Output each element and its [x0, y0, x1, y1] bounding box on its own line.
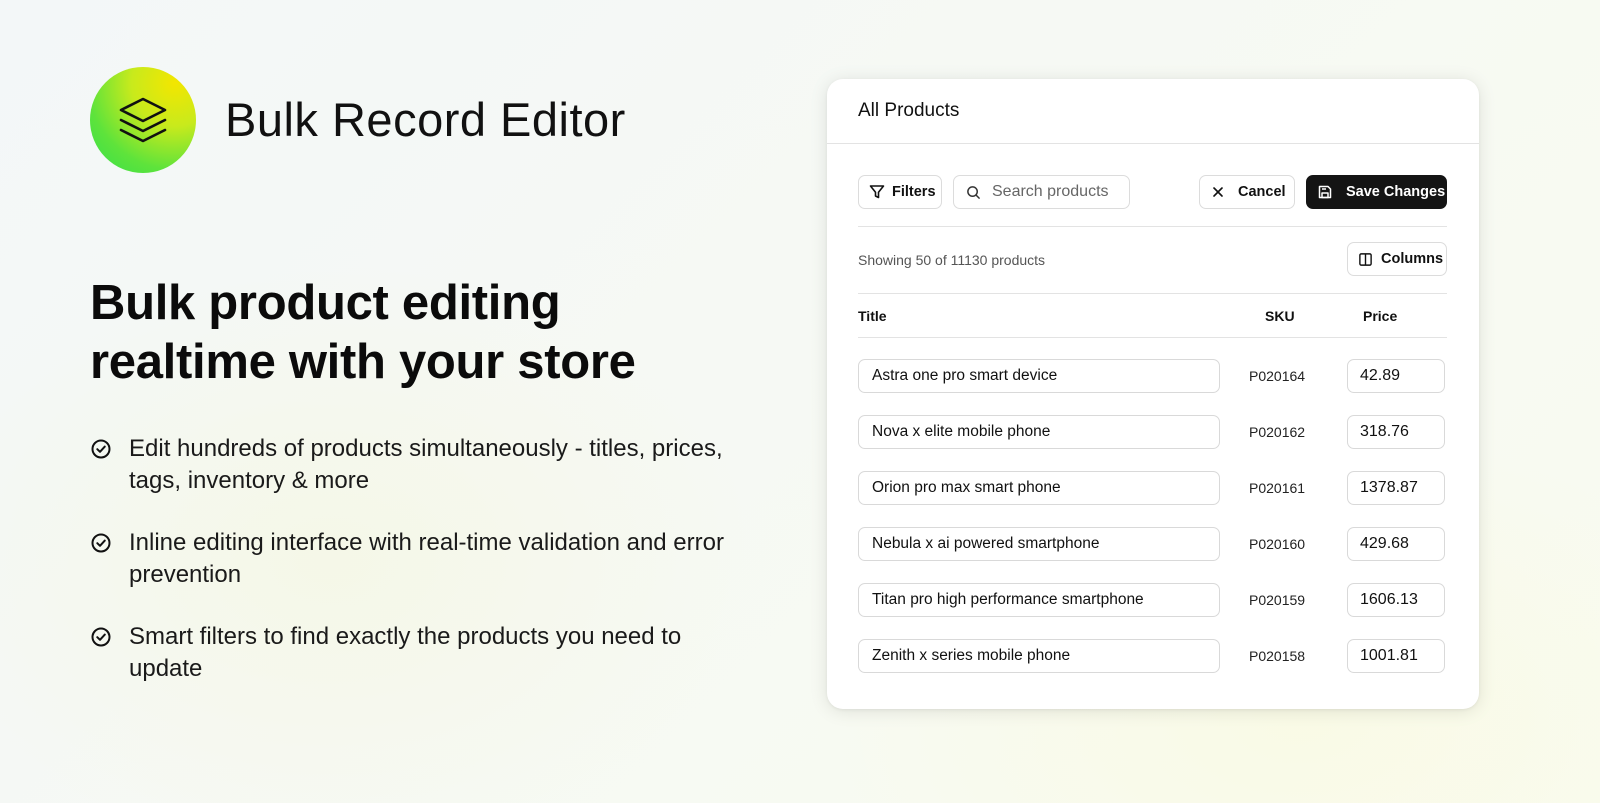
table-row: Astra one pro smart device P020164 42.89 [858, 359, 1447, 415]
table-row: Orion pro max smart phone P020161 1378.8… [858, 471, 1447, 527]
app-logo [90, 67, 196, 173]
search-box[interactable] [953, 175, 1130, 209]
sku-value: P020158 [1249, 648, 1306, 664]
price-input[interactable]: 42.89 [1347, 359, 1445, 393]
headline-line-1: Bulk product editing [90, 276, 561, 330]
title-input[interactable]: Orion pro max smart phone [858, 471, 1220, 505]
search-icon [967, 185, 980, 199]
layers-icon [119, 97, 167, 143]
price-input[interactable]: 318.76 [1347, 415, 1445, 449]
products-table: Astra one pro smart device P020164 42.89… [858, 359, 1447, 695]
title-input[interactable]: Zenith x series mobile phone [858, 639, 1220, 673]
sku-value: P020161 [1249, 480, 1306, 496]
feature-text: Edit hundreds of products simultaneously… [129, 435, 723, 494]
columns-button[interactable]: Columns [1347, 242, 1447, 276]
filters-label: Filters [892, 184, 936, 200]
save-label: Save Changes [1346, 184, 1446, 200]
column-header-title[interactable]: Title [858, 308, 887, 324]
check-circle-icon [91, 439, 111, 459]
price-input[interactable]: 1606.13 [1347, 583, 1445, 617]
filter-icon [869, 185, 885, 199]
product-count-text: Showing 50 of 11130 products [858, 252, 1046, 268]
divider [858, 226, 1447, 227]
check-circle-icon [91, 533, 111, 553]
app-name: Bulk Record Editor [225, 93, 626, 146]
toolbar: Filters Cancel Save Changes [858, 175, 1447, 211]
columns-icon [1359, 252, 1372, 266]
close-icon [1213, 187, 1223, 197]
column-header-price[interactable]: Price [1363, 308, 1397, 324]
search-input[interactable] [990, 182, 1124, 202]
products-editor-card: All Products Filters Cancel [827, 79, 1479, 709]
sku-value: P020159 [1249, 592, 1306, 608]
check-circle-icon [91, 627, 111, 647]
save-icon [1318, 185, 1332, 199]
table-row: Nova x elite mobile phone P020162 318.76 [858, 415, 1447, 471]
save-changes-button[interactable]: Save Changes [1306, 175, 1447, 209]
feature-list: Edit hundreds of products simultaneously… [90, 433, 730, 715]
price-input[interactable]: 429.68 [1347, 527, 1445, 561]
table-row: Nebula x ai powered smartphone P020160 4… [858, 527, 1447, 583]
filters-button[interactable]: Filters [858, 175, 942, 209]
feature-text: Smart filters to find exactly the produc… [129, 623, 682, 682]
divider [858, 293, 1447, 294]
sku-value: P020164 [1249, 368, 1306, 384]
feature-item: Smart filters to find exactly the produc… [90, 621, 730, 685]
column-header-sku[interactable]: SKU [1265, 308, 1295, 324]
feature-text: Inline editing interface with real-time … [129, 529, 724, 588]
table-row: Titan pro high performance smartphone P0… [858, 583, 1447, 639]
sku-value: P020160 [1249, 536, 1306, 552]
sku-value: P020162 [1249, 424, 1306, 440]
columns-label: Columns [1381, 251, 1444, 267]
title-input[interactable]: Titan pro high performance smartphone [858, 583, 1220, 617]
title-input[interactable]: Astra one pro smart device [858, 359, 1220, 393]
price-input[interactable]: 1001.81 [1347, 639, 1445, 673]
price-input[interactable]: 1378.87 [1347, 471, 1445, 505]
headline-line-2: realtime with your store [90, 335, 636, 389]
feature-item: Inline editing interface with real-time … [90, 527, 730, 591]
table-row: Zenith x series mobile phone P020158 100… [858, 639, 1447, 695]
cancel-label: Cancel [1238, 184, 1286, 200]
divider [858, 337, 1447, 338]
hero-headline: Bulk product editing realtime with your … [90, 274, 730, 392]
title-input[interactable]: Nova x elite mobile phone [858, 415, 1220, 449]
card-title: All Products [827, 79, 1479, 144]
cancel-button[interactable]: Cancel [1199, 175, 1295, 209]
feature-item: Edit hundreds of products simultaneously… [90, 433, 730, 497]
title-input[interactable]: Nebula x ai powered smartphone [858, 527, 1220, 561]
